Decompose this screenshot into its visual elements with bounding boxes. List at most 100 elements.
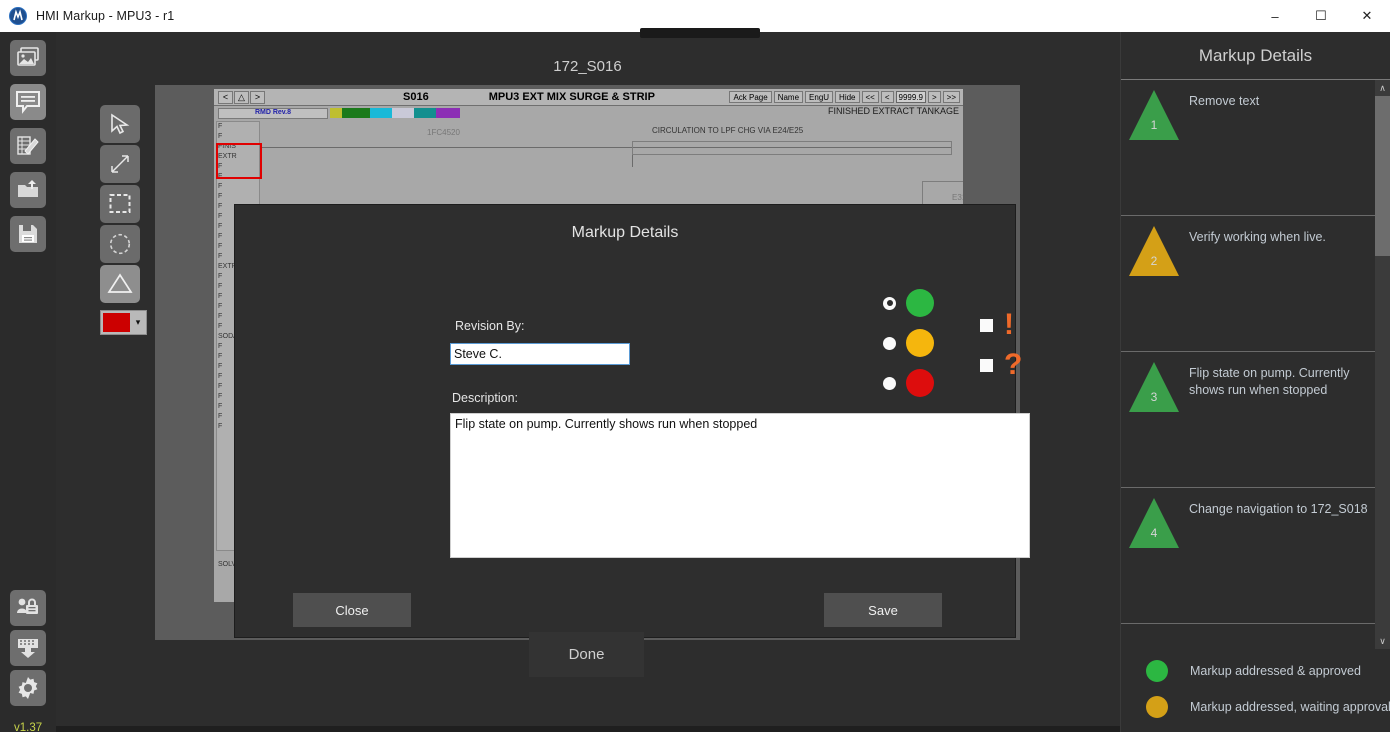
bottom-edge xyxy=(56,726,1120,732)
hmi-tag-circulation: CIRCULATION TO LPF CHG VIA E24/E25 xyxy=(652,126,804,135)
comment-icon[interactable] xyxy=(10,84,46,120)
list-item[interactable]: 2 Verify working when live. xyxy=(1121,216,1390,352)
radio-yellow[interactable] xyxy=(883,336,896,350)
revision-by-input[interactable] xyxy=(450,343,630,365)
hmi-revision-box: RMD Rev.8 xyxy=(218,108,328,119)
legend-row-approved: Markup addressed & approved xyxy=(1121,653,1390,689)
hmi-nav-up[interactable]: △ xyxy=(234,90,249,104)
chevron-down-icon[interactable]: ▾ xyxy=(130,317,146,328)
flag-checkbox-group: ! ? xyxy=(980,305,1022,385)
hmi-toolbar: < △ > S016 MPU3 EXT MIX SURGE & STRIP Ac… xyxy=(214,89,963,106)
center-area: 172_S016 < △ > S016 MPU3 EXT MIX SURGE &… xyxy=(155,28,1120,732)
markup-text: Remove text xyxy=(1189,94,1260,108)
triangle-icon[interactable] xyxy=(100,265,140,303)
maximize-button[interactable]: ☐ xyxy=(1298,0,1344,32)
list-item[interactable]: 3 Flip state on pump. Currently shows ru… xyxy=(1121,352,1390,488)
markup-number: 4 xyxy=(1150,526,1158,540)
hmi-nav-label: F xyxy=(218,193,223,200)
left-rail: v1.37 xyxy=(0,32,56,732)
hmi-ack-page-button[interactable]: Ack Page xyxy=(729,91,772,103)
markup-canvas[interactable]: < △ > S016 MPU3 EXT MIX SURGE & STRIP Ac… xyxy=(155,85,1030,640)
question-icon: ? xyxy=(1004,348,1023,381)
description-input[interactable] xyxy=(450,413,1030,558)
status-dot-red xyxy=(906,369,934,397)
hmi-value-field[interactable]: 9999.9 xyxy=(895,91,926,103)
keyboard-download-icon[interactable] xyxy=(10,630,46,666)
application-window: HMI Markup - MPU3 - r1 – ☐ ✕ v1.37 ▾ 172… xyxy=(0,0,1390,732)
radio-red[interactable] xyxy=(883,376,896,390)
status-option-red[interactable] xyxy=(883,363,934,403)
status-option-yellow[interactable] xyxy=(883,323,934,363)
hmi-nav-label: F xyxy=(218,133,223,140)
hmi-engu-button[interactable]: EngU xyxy=(805,91,834,103)
markup-rectangle-red[interactable] xyxy=(216,143,262,179)
markup-text: Verify working when live. xyxy=(1189,230,1326,244)
status-dot-yellow xyxy=(906,329,934,357)
status-dot-green xyxy=(906,289,934,317)
hmi-nav-first[interactable]: << xyxy=(861,91,879,103)
markup-number: 3 xyxy=(1150,390,1158,404)
panel-title: Markup Details xyxy=(1121,32,1390,80)
legend-dot-yellow xyxy=(1146,696,1168,718)
legend-label: Markup addressed & approved xyxy=(1190,664,1361,678)
ellipse-dashed-icon[interactable] xyxy=(100,225,140,263)
markup-list-scrollbar[interactable]: ∧ ∨ xyxy=(1375,80,1390,649)
hmi-tag-e31: E31 xyxy=(952,193,963,202)
done-button[interactable]: Done xyxy=(529,632,644,677)
version-label: v1.37 xyxy=(14,722,43,732)
minimize-button[interactable]: – xyxy=(1252,0,1298,32)
hmi-nav-buttons: < △ > xyxy=(218,90,265,104)
hmi-nav-label: F xyxy=(218,123,223,130)
hmi-name-button[interactable]: Name xyxy=(773,91,804,103)
revision-by-label: Revision By: xyxy=(455,319,525,333)
tab-stub xyxy=(640,28,760,38)
markup-triangle: 4 xyxy=(1129,498,1181,548)
close-dialog-button[interactable]: Close xyxy=(293,593,411,627)
status-option-green[interactable] xyxy=(883,283,934,323)
gear-icon[interactable] xyxy=(10,670,46,706)
rectangle-dashed-icon[interactable] xyxy=(100,185,140,223)
legend-row-waiting: Markup addressed, waiting approval xyxy=(1121,689,1390,725)
markup-details-dialog: Markup Details Revision By: Description: xyxy=(235,205,1030,637)
markup-text: Flip state on pump. Currently shows run … xyxy=(1189,366,1350,397)
color-picker[interactable]: ▾ xyxy=(100,310,147,335)
status-legend: Markup addressed & approved Markup addre… xyxy=(1121,637,1390,732)
markup-text: Change navigation to 172_S018 xyxy=(1189,502,1368,516)
checkbox-important[interactable] xyxy=(980,318,993,332)
hmi-nav-back[interactable]: < xyxy=(880,91,894,103)
window-title: HMI Markup - MPU3 - r1 xyxy=(36,9,175,23)
page-title: 172_S016 xyxy=(553,58,622,75)
hmi-nav-last[interactable]: >> xyxy=(942,91,960,103)
hmi-screen-id: S016 xyxy=(403,91,429,103)
list-item[interactable]: 1 Remove text xyxy=(1121,80,1390,216)
open-folder-icon[interactable] xyxy=(10,172,46,208)
status-radio-group xyxy=(883,283,934,403)
checkbox-question[interactable] xyxy=(980,358,993,372)
color-swatch[interactable] xyxy=(103,313,130,332)
hmi-nav-forward[interactable]: > xyxy=(927,91,941,103)
edit-table-icon[interactable] xyxy=(10,128,46,164)
line-arrow-icon[interactable] xyxy=(100,145,140,183)
cursor-icon[interactable] xyxy=(100,105,140,143)
markup-list[interactable]: 1 Remove text 2 Verify working when live… xyxy=(1121,80,1390,649)
hmi-hide-button[interactable]: Hide xyxy=(835,91,860,103)
save-button[interactable]: Save xyxy=(824,593,942,627)
scrollbar-thumb[interactable] xyxy=(1375,96,1390,256)
hmi-nav-prev[interactable]: < xyxy=(218,90,233,104)
hmi-nav-next[interactable]: > xyxy=(250,90,265,104)
save-disk-icon[interactable] xyxy=(10,216,46,252)
flag-option-question[interactable]: ? xyxy=(980,345,1022,385)
hmi-tag-1fc4520: 1FC4520 xyxy=(427,128,460,137)
hmi-subtitle: FINISHED EXTRACT TANKAGE xyxy=(827,106,959,116)
user-lock-icon[interactable] xyxy=(10,590,46,626)
flag-option-important[interactable]: ! xyxy=(980,305,1022,345)
list-item[interactable]: 4 Change navigation to 172_S018 xyxy=(1121,488,1390,624)
close-button[interactable]: ✕ xyxy=(1344,0,1390,32)
radio-green[interactable] xyxy=(883,296,896,310)
scroll-up-icon[interactable]: ∧ xyxy=(1375,80,1390,96)
markup-number: 2 xyxy=(1150,254,1158,268)
images-icon[interactable] xyxy=(10,40,46,76)
app-logo-icon xyxy=(9,7,27,25)
dialog-title: Markup Details xyxy=(571,224,679,241)
exclamation-icon: ! xyxy=(1004,308,1014,341)
